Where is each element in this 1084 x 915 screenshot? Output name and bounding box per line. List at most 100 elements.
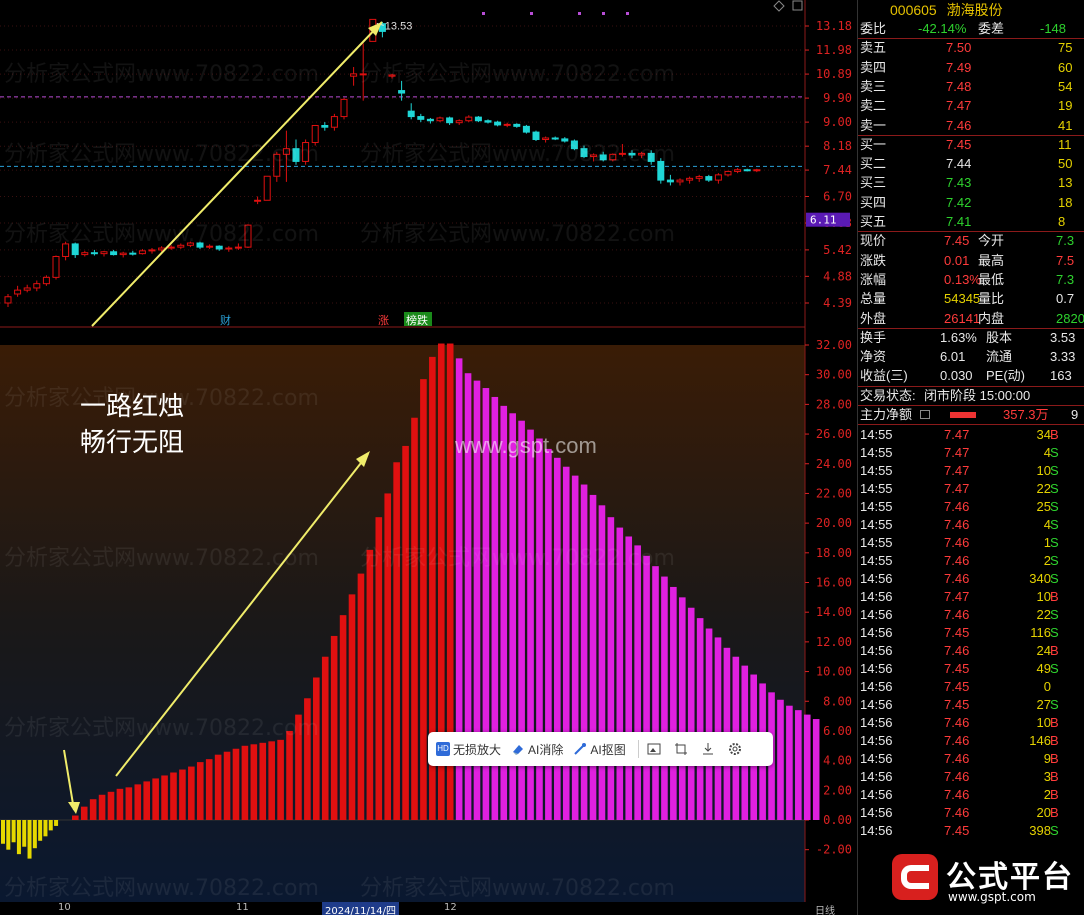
ai-erase-button[interactable]: AI消除 [511, 741, 563, 758]
candle-body [100, 251, 108, 255]
tick-time: 14:55 [860, 481, 893, 497]
bid-row[interactable]: 买四 7.42 18 [858, 194, 1084, 212]
tick-row[interactable]: 14:56 7.46 340 S [858, 570, 1084, 588]
menu-icon[interactable] [920, 410, 930, 419]
bid-row[interactable]: 买三 7.43 13 [858, 174, 1084, 192]
bid-row[interactable]: 买五 7.41 8 [858, 213, 1084, 231]
candle-body [81, 252, 89, 256]
tick-volume: 34 [1036, 427, 1051, 443]
tick-row[interactable]: 14:56 7.46 20 B [858, 804, 1084, 822]
indicator-bar [786, 705, 793, 820]
stat-row[interactable]: 收益(三) 0.030 PE(动) 163 [858, 367, 1084, 385]
main-flow-row[interactable]: 主力净额 357.3万 9 [858, 406, 1084, 424]
tick-row[interactable]: 14:56 7.46 2 B [858, 786, 1084, 804]
tick-row[interactable]: 14:55 7.46 2 S [858, 552, 1084, 570]
tick-row[interactable]: 14:56 7.45 49 S [858, 660, 1084, 678]
tick-row[interactable]: 14:55 7.46 25 S [858, 498, 1084, 516]
indicator-bar [43, 820, 48, 837]
tick-volume: 340 [1029, 571, 1051, 587]
tick-row[interactable]: 14:55 7.47 4 S [858, 444, 1084, 462]
ask-row[interactable]: 卖五 7.50 75 [858, 39, 1084, 57]
candle-body [532, 131, 540, 141]
tick-row[interactable]: 14:56 7.45 27 S [858, 696, 1084, 714]
tick-time: 14:56 [860, 805, 893, 821]
date-tick: 11 [236, 902, 249, 913]
indicator-tick-label: 28.00 [816, 397, 852, 411]
tick-row[interactable]: 14:56 7.47 10 B [858, 588, 1084, 606]
tick-volume: 27 [1036, 697, 1051, 713]
tick-row[interactable]: 14:56 7.45 398 S [858, 822, 1084, 840]
stat-row[interactable]: 涨幅 0.13% 最低 7.3 [858, 271, 1084, 289]
stat-row[interactable]: 换手 1.63% 股本 3.53 [858, 329, 1084, 347]
candle-body [494, 121, 502, 126]
price-tick-label: 9.90 [823, 91, 852, 105]
wand-icon [573, 742, 587, 756]
candlestick-chart[interactable]: 13.1811.9810.899.909.008.187.446.706.035… [0, 0, 857, 330]
crop-button[interactable] [674, 742, 691, 756]
trade-status-row[interactable]: 交易状态: 闭市阶段 15:00:00 [858, 387, 1084, 405]
indicator-pane[interactable]: 32.00 30.00 28.00 26.00 24.00 22.00 20.00 18.00… [0, 330, 857, 902]
candle-body [638, 152, 646, 156]
weibi-row[interactable]: 委比 -42.14% 委差 -148 [858, 20, 1084, 38]
stat-label: 最高 [978, 252, 1005, 268]
tick-row[interactable]: 14:56 7.46 24 B [858, 642, 1084, 660]
trade-status-value: 闭市阶段 15:00:00 [924, 387, 1031, 403]
tick-row[interactable]: 14:56 7.46 9 B [858, 750, 1084, 768]
candle-body [695, 176, 703, 179]
tick-side: S [1050, 517, 1059, 533]
candlestick-pane[interactable]: 13.1811.9810.899.909.008.187.446.706.035… [0, 0, 857, 330]
tick-row[interactable]: 14:56 7.46 22 S [858, 606, 1084, 624]
event-marker[interactable]: 财 [220, 313, 231, 327]
tick-row[interactable]: 14:55 7.47 22 S [858, 480, 1084, 498]
indicator-bar [241, 745, 249, 820]
indicator-bar [375, 517, 383, 820]
tick-side: S [1050, 463, 1059, 479]
stat-value: 3.33 [1050, 349, 1076, 365]
weibi-label: 委比 [860, 21, 887, 36]
stat-row[interactable]: 外盘 26141 内盘 2820 [858, 310, 1084, 328]
tick-row[interactable]: 14:56 7.46 146 B [858, 732, 1084, 750]
tick-row[interactable]: 14:55 7.47 34 B [858, 426, 1084, 444]
stat-row[interactable]: 涨跌 0.01 最高 7.5 [858, 252, 1084, 270]
ask-row[interactable]: 卖四 7.49 60 [858, 59, 1084, 77]
tick-row[interactable]: 14:56 7.46 3 B [858, 768, 1084, 786]
candle-body [138, 250, 146, 255]
ask-row[interactable]: 卖一 7.46 41 [858, 117, 1084, 135]
ask-volume: 19 [1058, 98, 1073, 114]
stock-name: 渤海股份 [946, 2, 1003, 18]
lossless-zoom-button[interactable]: HD 无损放大 [436, 741, 501, 758]
settings-button[interactable] [728, 742, 745, 756]
tick-row[interactable]: 14:56 7.45 0 [858, 678, 1084, 696]
ask-row[interactable]: 卖二 7.47 19 [858, 97, 1084, 115]
candle-body [42, 276, 50, 285]
candle-body [465, 116, 473, 122]
tick-row[interactable]: 14:55 7.47 10 S [858, 462, 1084, 480]
bid-row[interactable]: 买一 7.45 11 [858, 136, 1084, 154]
stat-row[interactable]: 现价 7.45 今开 7.3 [858, 232, 1084, 250]
indicator-tick-label: 6.00 [823, 724, 852, 738]
stat-row[interactable]: 净资 6.01 流通 3.33 [858, 348, 1084, 366]
edit-image-button[interactable] [647, 742, 664, 756]
download-button[interactable] [701, 742, 718, 756]
flow-bar [950, 412, 976, 418]
bid-volume: 18 [1058, 194, 1073, 210]
bid-row[interactable]: 买二 7.44 50 [858, 155, 1084, 173]
ask-price: 7.50 [946, 40, 972, 56]
tick-row[interactable]: 14:56 7.46 10 B [858, 714, 1084, 732]
stat-row[interactable]: 总量 54345 量比 0.7 [858, 290, 1084, 308]
indicator-bar [72, 815, 79, 820]
tick-time: 14:55 [860, 517, 893, 533]
tick-row[interactable]: 14:55 7.46 1 S [858, 534, 1084, 552]
tick-row[interactable]: 14:56 7.45 116 S [858, 624, 1084, 642]
logo-badge-icon [892, 854, 938, 900]
ask-price: 7.46 [946, 117, 972, 133]
tick-row[interactable]: 14:55 7.46 4 S [858, 516, 1084, 534]
event-marker[interactable]: 榜跌 [406, 313, 428, 327]
candle-body [522, 125, 530, 133]
event-marker[interactable]: 涨 [378, 314, 389, 327]
ask-label: 卖三 [860, 78, 887, 94]
indicator-tick-label: 12.00 [816, 635, 852, 649]
ask-row[interactable]: 卖三 7.48 54 [858, 78, 1084, 96]
ai-cutout-button[interactable]: AI抠图 [573, 741, 626, 758]
tick-side: B [1050, 751, 1059, 767]
